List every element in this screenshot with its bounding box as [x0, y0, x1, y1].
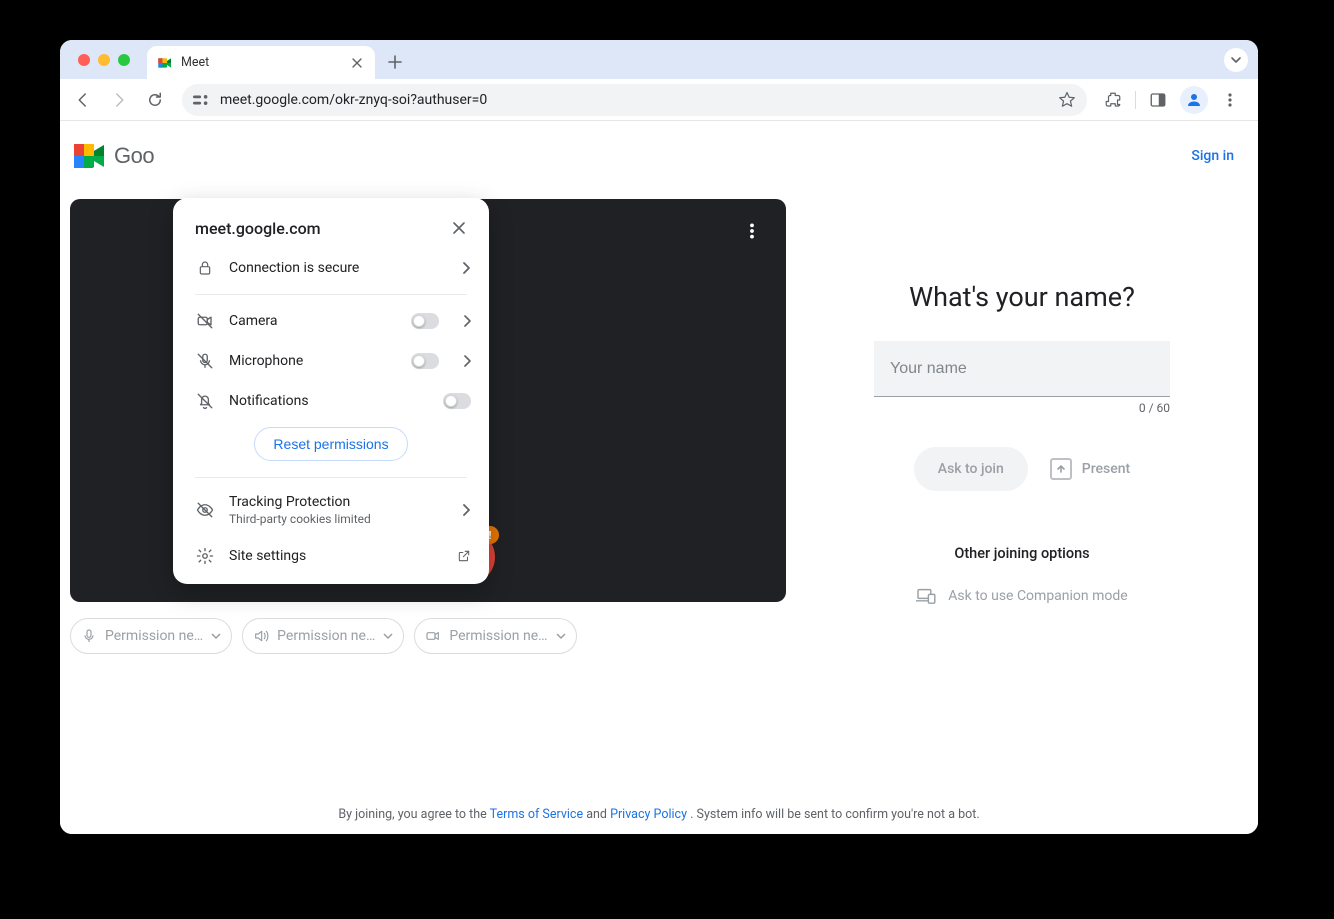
microphone-toggle[interactable] — [411, 353, 439, 369]
companion-mode-button[interactable]: Ask to use Companion mode — [916, 588, 1127, 604]
privacy-link[interactable]: Privacy Policy — [610, 807, 687, 822]
connection-label: Connection is secure — [229, 260, 447, 276]
present-icon — [1050, 458, 1072, 480]
microphone-label: Microphone — [229, 353, 397, 369]
site-info-popover: meet.google.com Connection is secure Cam… — [173, 198, 489, 584]
side-panel-button[interactable] — [1144, 86, 1172, 114]
other-options-title: Other joining options — [954, 545, 1089, 562]
mic-permission-chip[interactable]: Permission ne… — [70, 618, 232, 654]
join-buttons: Ask to join Present — [914, 447, 1130, 491]
browser-window: Meet meet.google.com/okr-znyq-soi?authus… — [60, 40, 1258, 834]
tracking-sub: Third-party cookies limited — [229, 512, 447, 526]
join-column: What's your name? 0 / 60 Ask to join Pre… — [796, 185, 1248, 654]
chevron-right-icon[interactable] — [463, 355, 471, 367]
brand-text: Goo — [114, 143, 154, 169]
tracking-label: Tracking Protection — [229, 494, 447, 510]
speaker-permission-chip[interactable]: Permission ne… — [242, 618, 404, 654]
notifications-toggle[interactable] — [443, 393, 471, 409]
chevron-right-icon — [461, 503, 471, 517]
back-button[interactable] — [68, 85, 98, 115]
chrome-menu-button[interactable] — [1216, 86, 1244, 114]
extensions-button[interactable] — [1099, 86, 1127, 114]
ask-to-join-button[interactable]: Ask to join — [914, 447, 1028, 491]
browser-tab[interactable]: Meet — [147, 46, 375, 79]
name-field: 0 / 60 — [874, 341, 1170, 397]
address-bar[interactable]: meet.google.com/okr-znyq-soi?authuser=0 — [182, 84, 1087, 116]
char-count: 0 / 60 — [1139, 401, 1170, 415]
camera-label: Camera — [229, 313, 397, 329]
open-external-icon — [457, 549, 471, 563]
connection-secure-row[interactable]: Connection is secure — [173, 248, 489, 288]
notifications-permission-row: Notifications — [173, 381, 489, 421]
tos-link[interactable]: Terms of Service — [490, 807, 583, 822]
mic-off-icon — [195, 351, 215, 371]
site-settings-label: Site settings — [229, 548, 443, 564]
eye-off-icon — [195, 500, 215, 520]
footer-and: and — [586, 807, 610, 822]
bookmark-button[interactable] — [1057, 85, 1077, 115]
titlebar: Meet — [60, 40, 1258, 79]
close-window-button[interactable] — [78, 54, 90, 66]
new-tab-button[interactable] — [385, 52, 405, 72]
forward-button[interactable] — [104, 85, 134, 115]
footer: By joining, you agree to the Terms of Se… — [60, 807, 1258, 822]
camera-icon — [425, 628, 441, 644]
reset-permissions-button[interactable]: Reset permissions — [254, 427, 407, 461]
close-tab-button[interactable] — [349, 55, 365, 71]
profile-button[interactable] — [1180, 86, 1208, 114]
chevron-down-icon — [556, 631, 566, 641]
site-info-button[interactable] — [192, 90, 212, 110]
popover-divider — [195, 477, 467, 478]
window-controls — [60, 54, 130, 66]
footer-prefix: By joining, you agree to the — [338, 807, 489, 822]
chevron-down-icon — [383, 631, 393, 641]
chip-label: Permission ne… — [277, 628, 375, 644]
camera-permission-chip[interactable]: Permission ne… — [414, 618, 576, 654]
microphone-permission-row: Microphone — [173, 341, 489, 381]
chevron-right-icon[interactable] — [463, 315, 471, 327]
bell-off-icon — [195, 391, 215, 411]
name-input[interactable] — [874, 341, 1170, 397]
present-label: Present — [1082, 461, 1130, 477]
chip-label: Permission ne… — [105, 628, 203, 644]
chevron-down-icon — [211, 631, 221, 641]
tab-title: Meet — [181, 55, 341, 70]
chevron-right-icon — [461, 261, 471, 275]
search-tabs-button[interactable] — [1224, 48, 1248, 72]
site-settings-row[interactable]: Site settings — [173, 536, 489, 576]
meet-favicon-icon — [157, 55, 173, 71]
notifications-label: Notifications — [229, 393, 429, 409]
reload-button[interactable] — [140, 85, 170, 115]
camera-permission-row: Camera — [173, 301, 489, 341]
camera-off-icon — [195, 311, 215, 331]
toolbar: meet.google.com/okr-znyq-soi?authuser=0 — [60, 79, 1258, 121]
tracking-protection-row[interactable]: Tracking Protection Third-party cookies … — [173, 484, 489, 536]
chip-label: Permission ne… — [449, 628, 547, 644]
preview-more-button[interactable] — [738, 217, 766, 245]
companion-icon — [916, 588, 936, 604]
present-button[interactable]: Present — [1050, 458, 1130, 480]
lock-icon — [195, 258, 215, 278]
join-title: What's your name? — [909, 281, 1135, 313]
popover-close-button[interactable] — [447, 216, 471, 240]
sign-in-link[interactable]: Sign in — [1191, 148, 1234, 164]
page: Goo Sign in ! — [60, 121, 1258, 834]
toolbar-divider — [1135, 91, 1136, 109]
companion-label: Ask to use Companion mode — [948, 588, 1127, 604]
popover-divider — [195, 294, 467, 295]
minimize-window-button[interactable] — [98, 54, 110, 66]
speaker-icon — [253, 628, 269, 644]
page-header: Goo Sign in — [60, 121, 1258, 177]
meet-logo-icon — [74, 142, 108, 170]
permission-chips: Permission ne… Permission ne… Permission… — [70, 618, 796, 654]
footer-suffix: . System info will be sent to confirm yo… — [690, 807, 980, 822]
mic-icon — [81, 628, 97, 644]
popover-host: meet.google.com — [195, 219, 321, 238]
url-text: meet.google.com/okr-znyq-soi?authuser=0 — [220, 92, 1049, 108]
brand: Goo — [74, 142, 154, 170]
camera-toggle[interactable] — [411, 313, 439, 329]
gear-icon — [195, 546, 215, 566]
maximize-window-button[interactable] — [118, 54, 130, 66]
